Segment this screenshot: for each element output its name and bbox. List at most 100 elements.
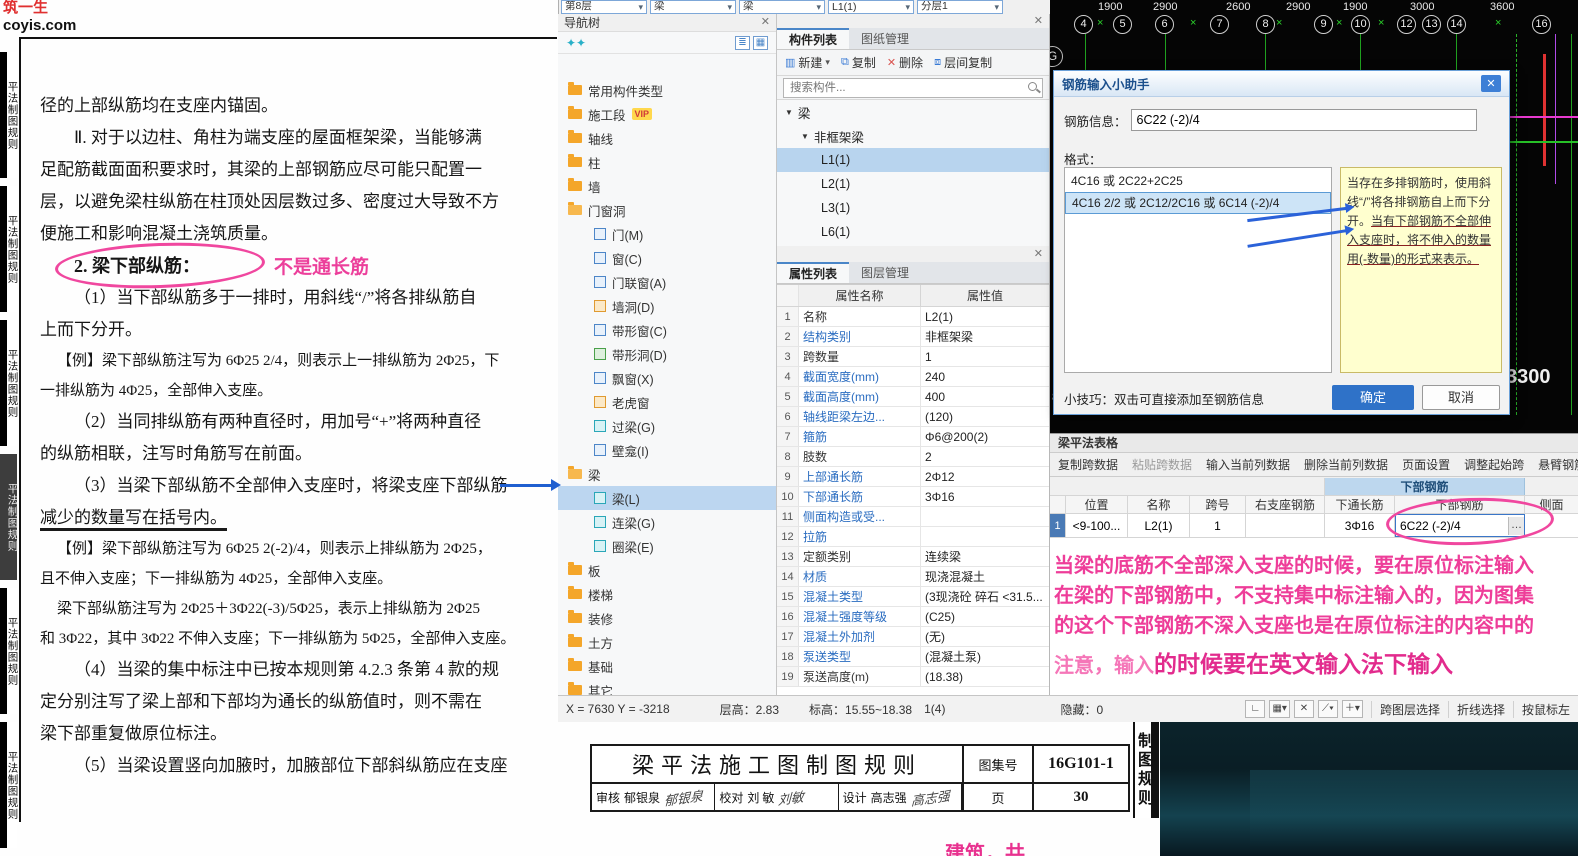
- beam-toolbar-button[interactable]: 页面设置: [1402, 456, 1450, 473]
- status-text-button[interactable]: 折线选择: [1447, 700, 1513, 718]
- cell-bottom-through[interactable]: 3Φ16: [1325, 514, 1395, 537]
- favorites-icon[interactable]: ✦✦: [566, 36, 586, 50]
- toolbar-button[interactable]: ▥ 新建 ▾: [785, 54, 830, 71]
- component-tree-item[interactable]: ▼ 梁: [777, 100, 1049, 124]
- cell-position[interactable]: <9-100...: [1066, 514, 1128, 537]
- beam-toolbar-button[interactable]: 删除当前列数据: [1304, 456, 1388, 473]
- cell-bottom-rebar[interactable]: 6C22 (-2)/4 …: [1395, 514, 1525, 537]
- property-row[interactable]: 7 箍筋 Φ6@200(2): [777, 427, 1049, 447]
- property-value[interactable]: 连续梁: [921, 547, 1049, 566]
- ok-button[interactable]: 确定: [1332, 385, 1414, 410]
- cell-bottom-rebar-value[interactable]: 6C22 (-2)/4: [1400, 515, 1508, 536]
- status-icon-button[interactable]: ✕: [1293, 700, 1314, 718]
- nav-tree-item[interactable]: 基础: [558, 654, 776, 678]
- nav-tree-item[interactable]: 装修: [558, 606, 776, 630]
- toolbar-combo[interactable]: 梁 ▾: [650, 0, 736, 14]
- nav-tree-item[interactable]: 门窗洞: [558, 198, 776, 222]
- property-value[interactable]: 2: [921, 447, 1049, 466]
- status-icon-button[interactable]: ＋▾: [1341, 700, 1363, 718]
- cell-name[interactable]: L2(1): [1128, 514, 1190, 537]
- format-option[interactable]: 4C16 2/2 或 2C12/2C16 或 6C14 (-2)/4: [1065, 192, 1331, 214]
- cell-right-support[interactable]: [1246, 514, 1325, 537]
- tab-property-list[interactable]: 属性列表: [777, 262, 850, 283]
- property-value[interactable]: 400: [921, 387, 1049, 406]
- property-row[interactable]: 14 材质 现浇混凝土: [777, 567, 1049, 587]
- nav-tree-item[interactable]: 老虎窗: [558, 390, 776, 414]
- beam-table-row[interactable]: 1 <9-100... L2(1) 1 3Φ16 6C22 (-2)/4 …: [1050, 514, 1578, 538]
- nav-tree-item[interactable]: 楼梯: [558, 582, 776, 606]
- property-value[interactable]: 3Φ16: [921, 487, 1049, 506]
- close-icon[interactable]: ✕: [1034, 15, 1043, 27]
- toolbar-button[interactable]: ✕ 删除: [887, 54, 923, 71]
- nav-tree-item[interactable]: 其它: [558, 678, 776, 695]
- property-value[interactable]: [921, 507, 1049, 526]
- property-row[interactable]: 5 截面高度(mm) 400: [777, 387, 1049, 407]
- property-value[interactable]: 非框架梁: [921, 327, 1049, 346]
- nav-tree-item[interactable]: 梁(L): [558, 486, 776, 510]
- component-tree-item[interactable]: L1(1): [777, 148, 1049, 172]
- nav-tree-item[interactable]: 板: [558, 558, 776, 582]
- property-row[interactable]: 13 定额类别 连续梁: [777, 547, 1049, 567]
- status-text-button[interactable]: 按鼠标左: [1512, 700, 1578, 718]
- property-value[interactable]: 现浇混凝土: [921, 567, 1049, 586]
- row-number[interactable]: 1: [1050, 514, 1066, 537]
- property-value[interactable]: 240: [921, 367, 1049, 386]
- toolbar-button[interactable]: ⧉ 复制: [841, 54, 876, 71]
- component-tree-item[interactable]: L3(1): [777, 196, 1049, 220]
- format-option[interactable]: 4C16 或 2C22+2C25: [1065, 170, 1331, 192]
- status-icon-button[interactable]: ∟: [1245, 700, 1266, 718]
- toolbar-combo[interactable]: 分层1 ▾: [917, 0, 1003, 14]
- beam-toolbar-button[interactable]: 悬臂钢筋代号: [1538, 456, 1578, 473]
- beam-toolbar-button[interactable]: 调整起始跨: [1464, 456, 1524, 473]
- property-value[interactable]: 2Φ12: [921, 467, 1049, 486]
- tab-drawing-management[interactable]: 图纸管理: [849, 28, 921, 49]
- nav-tree-item[interactable]: 过梁(G): [558, 414, 776, 438]
- nav-tree-item[interactable]: 土方: [558, 630, 776, 654]
- property-value[interactable]: (120): [921, 407, 1049, 426]
- property-value[interactable]: (混凝土泵): [921, 647, 1049, 666]
- nav-tree-item[interactable]: 圈梁(E): [558, 534, 776, 558]
- expand-arrow-icon[interactable]: ▼: [801, 132, 809, 141]
- property-row[interactable]: 18 泵送类型 (混凝土泵): [777, 647, 1049, 667]
- close-icon[interactable]: ✕: [1481, 75, 1501, 92]
- grid-view-icon[interactable]: ▦: [753, 35, 768, 50]
- nav-tree-item[interactable]: 常用构件类型: [558, 78, 776, 102]
- property-row[interactable]: 3 跨数量 1: [777, 347, 1049, 367]
- status-icon-button[interactable]: ▦▾: [1269, 700, 1290, 718]
- property-row[interactable]: 10 下部通长筋 3Φ16: [777, 487, 1049, 507]
- property-row[interactable]: 12 拉筋: [777, 527, 1049, 547]
- property-row[interactable]: 1 名称 L2(1): [777, 307, 1049, 327]
- rebar-info-input[interactable]: [1130, 109, 1477, 131]
- toolbar-button[interactable]: ⧈ 层间复制: [934, 54, 992, 71]
- nav-tree-item[interactable]: 梁: [558, 462, 776, 486]
- nav-tree-item[interactable]: 窗(C): [558, 246, 776, 270]
- toolbar-combo[interactable]: 梁 ▾: [739, 0, 825, 14]
- property-row[interactable]: 2 结构类别 非框架梁: [777, 327, 1049, 347]
- property-value[interactable]: (C25): [921, 607, 1049, 626]
- component-tree-item[interactable]: L6(1): [777, 220, 1049, 244]
- nav-tree-item[interactable]: 门联窗(A): [558, 270, 776, 294]
- toolbar-combo[interactable]: 第8层 ▾: [561, 0, 647, 14]
- dialog-titlebar[interactable]: 钢筋输入小助手 ✕: [1054, 71, 1509, 97]
- property-row[interactable]: 6 轴线距梁左边... (120): [777, 407, 1049, 427]
- property-value[interactable]: (3现浇砼 碎石 <31.5...: [921, 587, 1049, 606]
- search-input[interactable]: [783, 78, 1043, 98]
- property-value[interactable]: [921, 527, 1049, 546]
- expand-arrow-icon[interactable]: ▼: [785, 108, 793, 117]
- property-row[interactable]: 4 截面宽度(mm) 240: [777, 367, 1049, 387]
- property-value[interactable]: (18.38): [921, 667, 1049, 686]
- nav-tree-item[interactable]: 轴线: [558, 126, 776, 150]
- status-icon-button[interactable]: ⟋▾: [1317, 700, 1338, 718]
- search-icon[interactable]: [1028, 82, 1037, 91]
- nav-tree-item[interactable]: 墙: [558, 174, 776, 198]
- nav-tree-item[interactable]: 柱: [558, 150, 776, 174]
- property-row[interactable]: 11 侧面构造或受...: [777, 507, 1049, 527]
- beam-toolbar-button[interactable]: 复制跨数据: [1058, 456, 1118, 473]
- property-row[interactable]: 19 泵送高度(m) (18.38): [777, 667, 1049, 687]
- cancel-button[interactable]: 取消: [1422, 385, 1500, 410]
- property-row[interactable]: 9 上部通长筋 2Φ12: [777, 467, 1049, 487]
- component-tree-item[interactable]: L2(1): [777, 172, 1049, 196]
- nav-tree-item[interactable]: 连梁(G): [558, 510, 776, 534]
- property-row[interactable]: 15 混凝土类型 (3现浇砼 碎石 <31.5...: [777, 587, 1049, 607]
- property-row[interactable]: 16 混凝土强度等级 (C25): [777, 607, 1049, 627]
